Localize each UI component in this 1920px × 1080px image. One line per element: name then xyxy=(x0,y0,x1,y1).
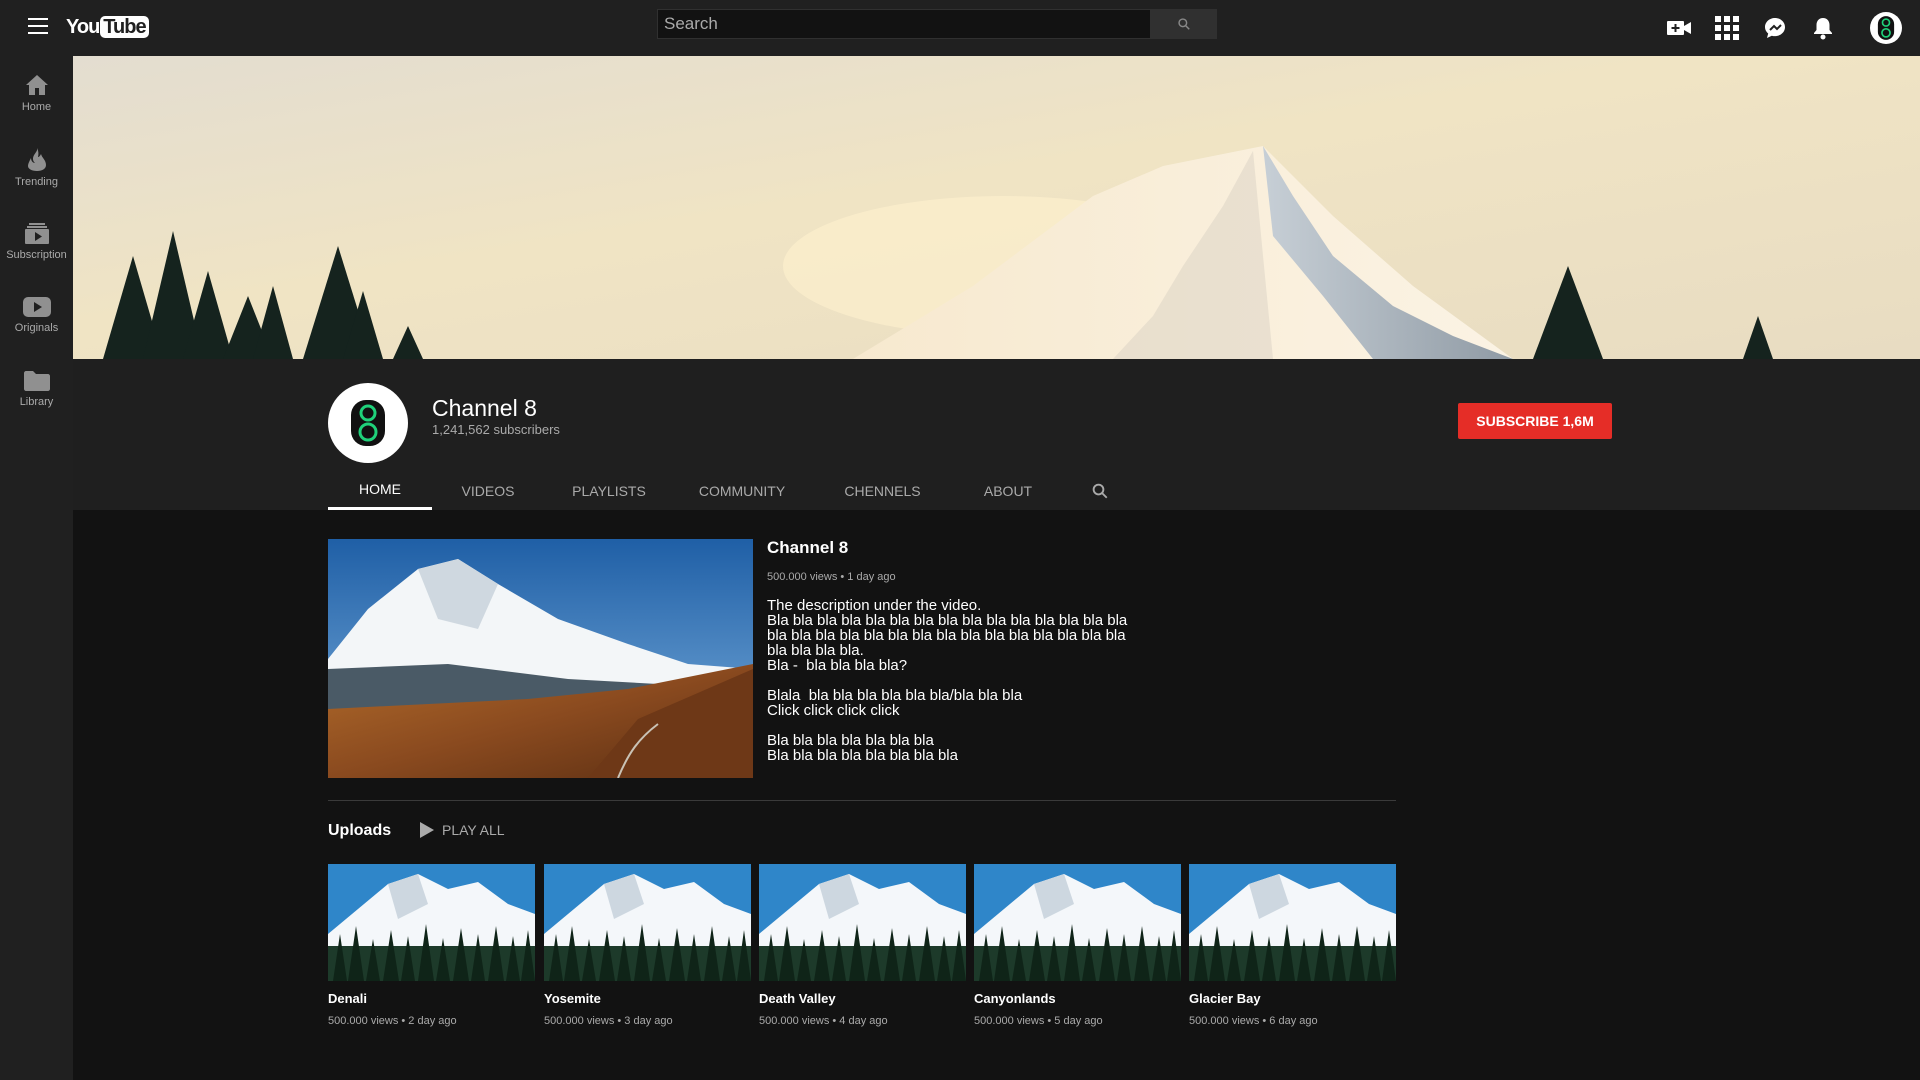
upload-item-death-valley[interactable]: Death Valley 500.000 views • 4 day ago xyxy=(759,864,966,1027)
channel-name: Channel 8 xyxy=(432,395,537,421)
account-avatar-icon[interactable] xyxy=(1870,12,1902,44)
description-line xyxy=(767,673,1147,688)
video-title[interactable]: Canyonlands xyxy=(974,991,1181,1006)
search-icon xyxy=(1092,483,1108,498)
messages-icon[interactable] xyxy=(1762,15,1788,41)
featured-video-description: The description under the video. Bla bla… xyxy=(767,598,1147,763)
channel-search-button[interactable] xyxy=(1061,471,1109,510)
description-line: Blala bla bla bla bla bla bla/bla bla bl… xyxy=(767,687,1023,704)
search-button[interactable] xyxy=(1151,9,1217,39)
create-video-icon[interactable] xyxy=(1666,15,1692,41)
tab-home[interactable]: HOME xyxy=(328,471,432,510)
sidebar-item-library[interactable]: Library xyxy=(0,352,73,426)
left-sidebar: Home Trending Subscription Originals Lib… xyxy=(0,56,73,1080)
video-title[interactable]: Denali xyxy=(328,991,535,1006)
logo-tube-text: Tube xyxy=(100,16,149,38)
tab-channels[interactable]: CHENNELS xyxy=(810,471,955,510)
sidebar-item-label: Trending xyxy=(14,175,58,188)
flame-icon xyxy=(27,147,46,171)
video-meta: 500.000 views • 5 day ago xyxy=(974,1015,1103,1027)
play-all-button[interactable]: PLAY ALL xyxy=(420,822,505,838)
sidebar-item-trending[interactable]: Trending xyxy=(0,130,73,204)
logo-you-text: You xyxy=(66,15,100,38)
originals-play-icon xyxy=(22,296,51,317)
channel-header: Channel 8 1,241,562 subscribers SUBSCRIB… xyxy=(73,359,1920,510)
play-icon xyxy=(420,822,434,838)
search-input[interactable] xyxy=(657,9,1151,39)
description-line: Bla bla bla bla bla bla bla xyxy=(767,732,934,749)
uploads-shelf: Denali 500.000 views • 2 day ago Yosemit… xyxy=(328,864,1396,1034)
home-icon xyxy=(25,74,48,95)
description-line: The description under the video. xyxy=(767,597,982,614)
description-line xyxy=(767,718,1147,733)
channel-avatar[interactable] xyxy=(328,383,408,463)
channel-banner-image xyxy=(73,56,1920,359)
top-bar: You Tube xyxy=(0,0,1920,56)
upload-item-canyonlands[interactable]: Canyonlands 500.000 views • 5 day ago xyxy=(974,864,1181,1027)
channel-tabs: HOME VIDEOS PLAYLISTS COMMUNITY CHENNELS… xyxy=(328,471,1109,510)
description-line: Bla bla bla bla bla bla bla bla bla bla … xyxy=(767,612,1132,659)
description-line: Bla bla bla bla bla bla bla bla xyxy=(767,747,958,764)
sidebar-item-label: Library xyxy=(19,395,54,408)
sidebar-item-originals[interactable]: Originals xyxy=(0,278,73,352)
sidebar-item-label: Originals xyxy=(14,321,59,334)
folder-icon xyxy=(23,370,50,391)
youtube-logo[interactable]: You Tube xyxy=(66,15,149,39)
featured-video-meta: 500.000 views • 1 day ago xyxy=(767,571,896,583)
video-meta: 500.000 views • 6 day ago xyxy=(1189,1015,1318,1027)
subscriptions-icon xyxy=(24,222,49,244)
tab-about[interactable]: ABOUT xyxy=(955,471,1061,510)
play-all-label: PLAY ALL xyxy=(442,822,505,838)
upload-item-glacier-bay[interactable]: Glacier Bay 500.000 views • 6 day ago xyxy=(1189,864,1396,1027)
sidebar-item-label: Subscription xyxy=(6,248,67,261)
description-line: Bla - bla bla bla bla? xyxy=(767,657,908,674)
tab-videos[interactable]: VIDEOS xyxy=(432,471,544,510)
subscriber-count: 1,241,562 subscribers xyxy=(432,422,560,437)
description-line: Click click click click xyxy=(767,702,900,719)
video-meta: 500.000 views • 2 day ago xyxy=(328,1015,457,1027)
sidebar-item-label: Home xyxy=(21,100,52,113)
search-icon xyxy=(1178,18,1190,30)
apps-grid-icon[interactable] xyxy=(1714,15,1740,41)
video-meta: 500.000 views • 4 day ago xyxy=(759,1015,888,1027)
upload-item-denali[interactable]: Denali 500.000 views • 2 day ago xyxy=(328,864,535,1027)
video-thumbnail[interactable] xyxy=(1189,864,1396,981)
search-bar xyxy=(657,9,1217,39)
video-thumbnail[interactable] xyxy=(328,864,535,981)
section-divider xyxy=(328,800,1396,801)
video-title[interactable]: Glacier Bay xyxy=(1189,991,1396,1006)
menu-hamburger-icon[interactable] xyxy=(28,18,48,34)
uploads-heading[interactable]: Uploads xyxy=(328,822,391,840)
video-thumbnail[interactable] xyxy=(974,864,1181,981)
upload-item-yosemite[interactable]: Yosemite 500.000 views • 3 day ago xyxy=(544,864,751,1027)
subscribe-button[interactable]: SUBSCRIBE 1,6M xyxy=(1458,403,1612,439)
sidebar-item-subscription[interactable]: Subscription xyxy=(0,204,73,278)
featured-video-thumbnail[interactable] xyxy=(328,539,753,778)
sidebar-item-home[interactable]: Home xyxy=(0,56,73,130)
tab-playlists[interactable]: PLAYLISTS xyxy=(544,471,674,510)
channel-logo-icon xyxy=(351,400,385,446)
video-thumbnail[interactable] xyxy=(544,864,751,981)
video-meta: 500.000 views • 3 day ago xyxy=(544,1015,673,1027)
top-right-icons xyxy=(1666,12,1902,44)
tab-community[interactable]: COMMUNITY xyxy=(674,471,810,510)
video-title[interactable]: Death Valley xyxy=(759,991,966,1006)
video-title[interactable]: Yosemite xyxy=(544,991,751,1006)
video-thumbnail[interactable] xyxy=(759,864,966,981)
notifications-bell-icon[interactable] xyxy=(1810,15,1836,41)
featured-video-title[interactable]: Channel 8 xyxy=(767,538,848,558)
